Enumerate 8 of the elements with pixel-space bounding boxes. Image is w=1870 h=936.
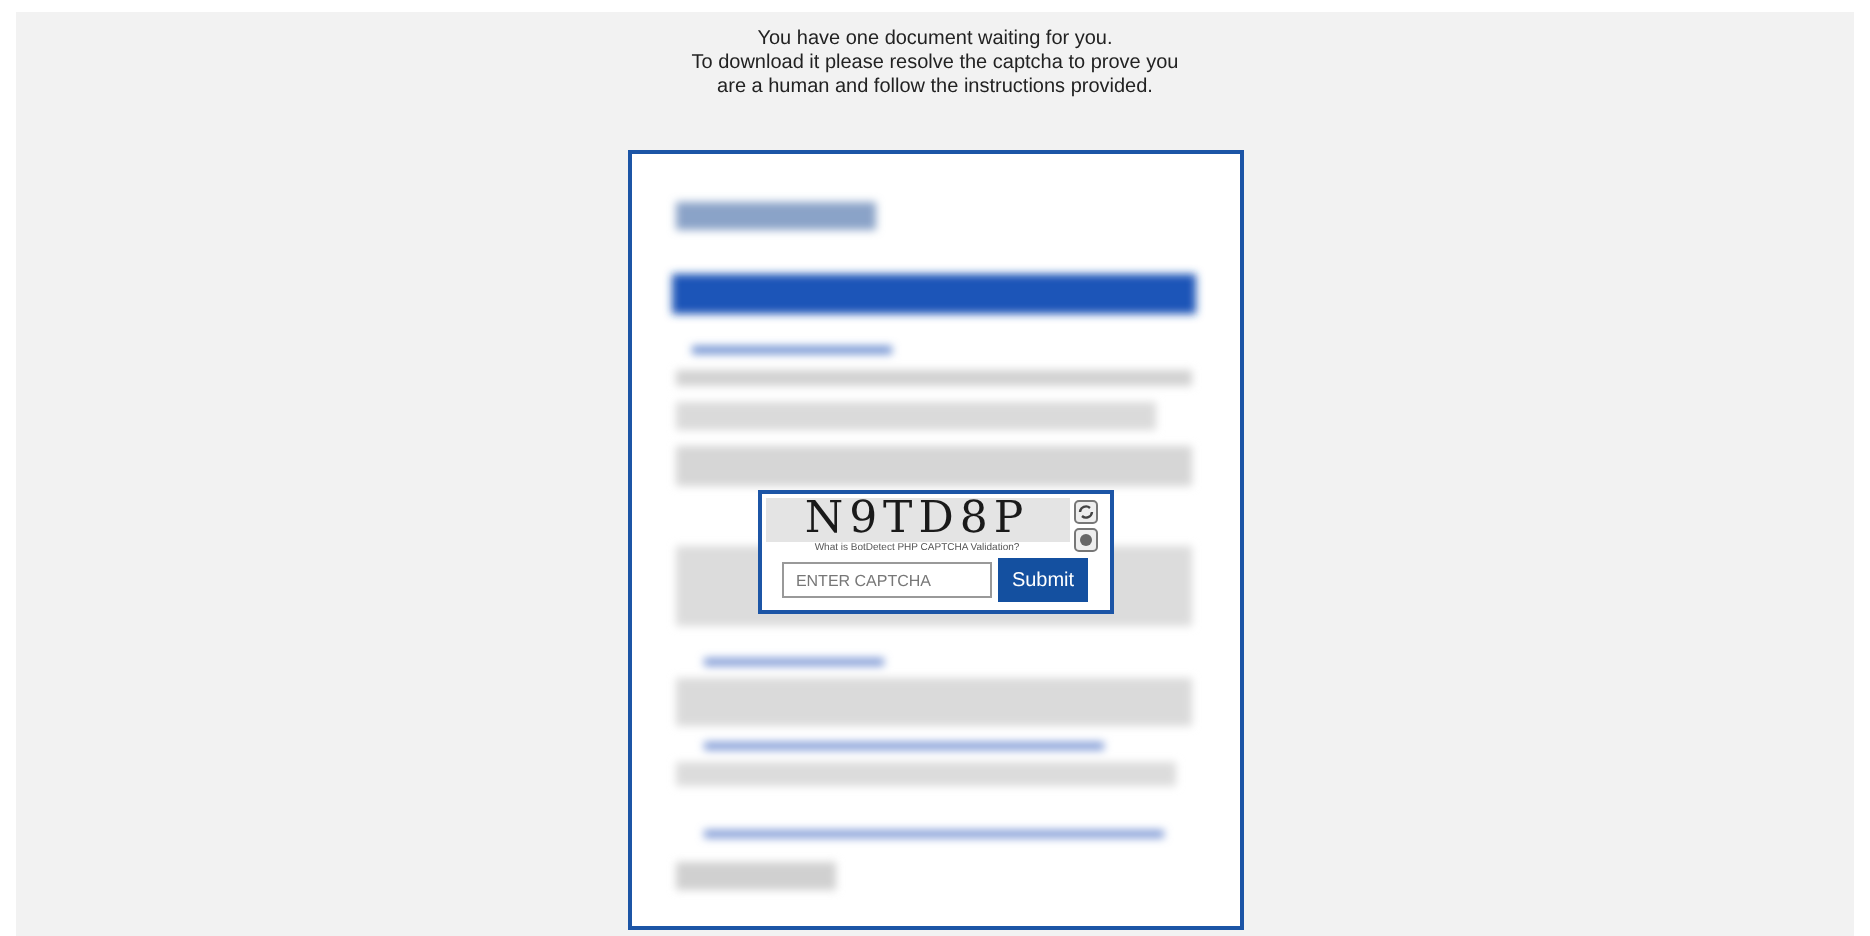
speaker-icon[interactable] xyxy=(1073,528,1097,552)
instruction-text: You have one document waiting for you. xyxy=(757,28,1113,52)
captcha-input[interactable]: ENTER CAPTCHA xyxy=(781,562,992,598)
refresh-icon[interactable] xyxy=(1073,500,1097,524)
instruction-text: To download it please resolve the captcha to prove you xyxy=(691,52,1179,76)
instruction-text: are a human and follow the instructions provided. xyxy=(717,76,1153,100)
submit-button[interactable]: Submit xyxy=(997,558,1089,602)
captcha-image: N9TD8P xyxy=(765,498,1069,542)
